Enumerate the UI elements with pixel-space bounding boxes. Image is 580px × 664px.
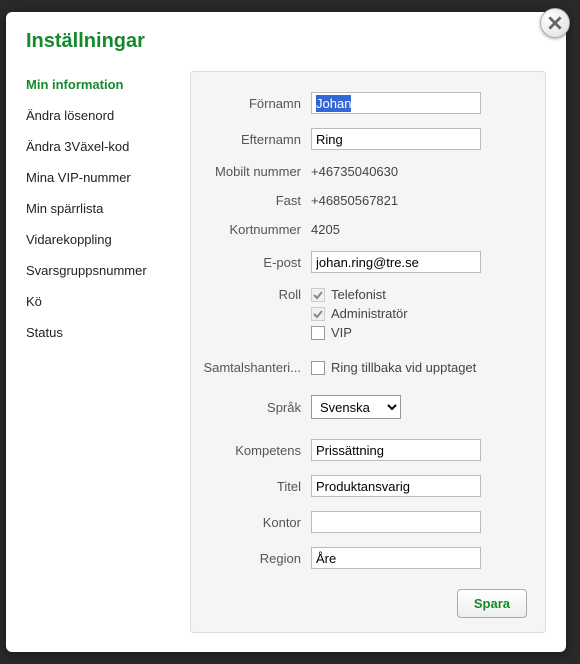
label-sprak: Språk bbox=[201, 400, 311, 415]
label-titel: Titel bbox=[201, 479, 311, 494]
label-mobil: Mobilt nummer bbox=[201, 164, 311, 179]
input-fornamn[interactable]: Johan bbox=[311, 92, 481, 114]
label-kortnummer: Kortnummer bbox=[201, 222, 311, 237]
label-fast: Fast bbox=[201, 193, 311, 208]
value-fast: +46850567821 bbox=[311, 193, 527, 208]
sidebar-item-svarsgruppsnummer[interactable]: Svarsgruppsnummer bbox=[26, 257, 176, 288]
check-icon bbox=[313, 309, 323, 319]
value-mobil: +46735040630 bbox=[311, 164, 527, 179]
label-kontor: Kontor bbox=[201, 515, 311, 530]
settings-modal: Inställningar Min information Ändra löse… bbox=[6, 12, 566, 652]
checkbox-vip[interactable] bbox=[311, 326, 325, 340]
form-panel: Förnamn Johan Efternamn Mobilt nummer +4… bbox=[190, 71, 546, 633]
checkbox-label-telefonist: Telefonist bbox=[331, 287, 386, 302]
input-kontor[interactable] bbox=[311, 511, 481, 533]
input-efternamn[interactable] bbox=[311, 128, 481, 150]
checkbox-telefonist bbox=[311, 288, 325, 302]
checkbox-ring-tillbaka[interactable] bbox=[311, 361, 325, 375]
input-epost[interactable] bbox=[311, 251, 481, 273]
sidebar-item-status[interactable]: Status bbox=[26, 319, 176, 350]
label-efternamn: Efternamn bbox=[201, 132, 311, 147]
input-titel[interactable] bbox=[311, 475, 481, 497]
sidebar: Min information Ändra lösenord Ändra 3Vä… bbox=[26, 71, 176, 633]
value-kortnummer: 4205 bbox=[311, 222, 527, 237]
label-kompetens: Kompetens bbox=[201, 443, 311, 458]
save-button[interactable]: Spara bbox=[457, 589, 527, 618]
modal-title: Inställningar bbox=[26, 30, 546, 53]
sidebar-item-andra-losenord[interactable]: Ändra lösenord bbox=[26, 102, 176, 133]
check-icon bbox=[313, 290, 323, 300]
sidebar-item-andra-3vaxel-kod[interactable]: Ändra 3Växel-kod bbox=[26, 133, 176, 164]
label-fornamn: Förnamn bbox=[201, 96, 311, 111]
label-epost: E-post bbox=[201, 255, 311, 270]
close-icon bbox=[548, 16, 562, 30]
checkbox-label-administrator: Administratör bbox=[331, 306, 408, 321]
sidebar-item-min-sparrlista[interactable]: Min spärrlista bbox=[26, 195, 176, 226]
checkbox-label-vip: VIP bbox=[331, 325, 352, 340]
checkbox-administrator bbox=[311, 307, 325, 321]
sidebar-item-vidarekoppling[interactable]: Vidarekoppling bbox=[26, 226, 176, 257]
sidebar-item-min-information[interactable]: Min information bbox=[26, 71, 176, 102]
close-button[interactable] bbox=[540, 8, 570, 38]
label-samtalshantering: Samtalshanteri... bbox=[201, 360, 311, 375]
sidebar-item-ko[interactable]: Kö bbox=[26, 288, 176, 319]
select-sprak[interactable]: Svenska bbox=[311, 395, 401, 419]
label-roll: Roll bbox=[201, 287, 311, 302]
checkbox-label-ring-tillbaka: Ring tillbaka vid upptaget bbox=[331, 360, 476, 375]
sidebar-item-mina-vip-nummer[interactable]: Mina VIP-nummer bbox=[26, 164, 176, 195]
input-region[interactable] bbox=[311, 547, 481, 569]
label-region: Region bbox=[201, 551, 311, 566]
input-kompetens[interactable] bbox=[311, 439, 481, 461]
